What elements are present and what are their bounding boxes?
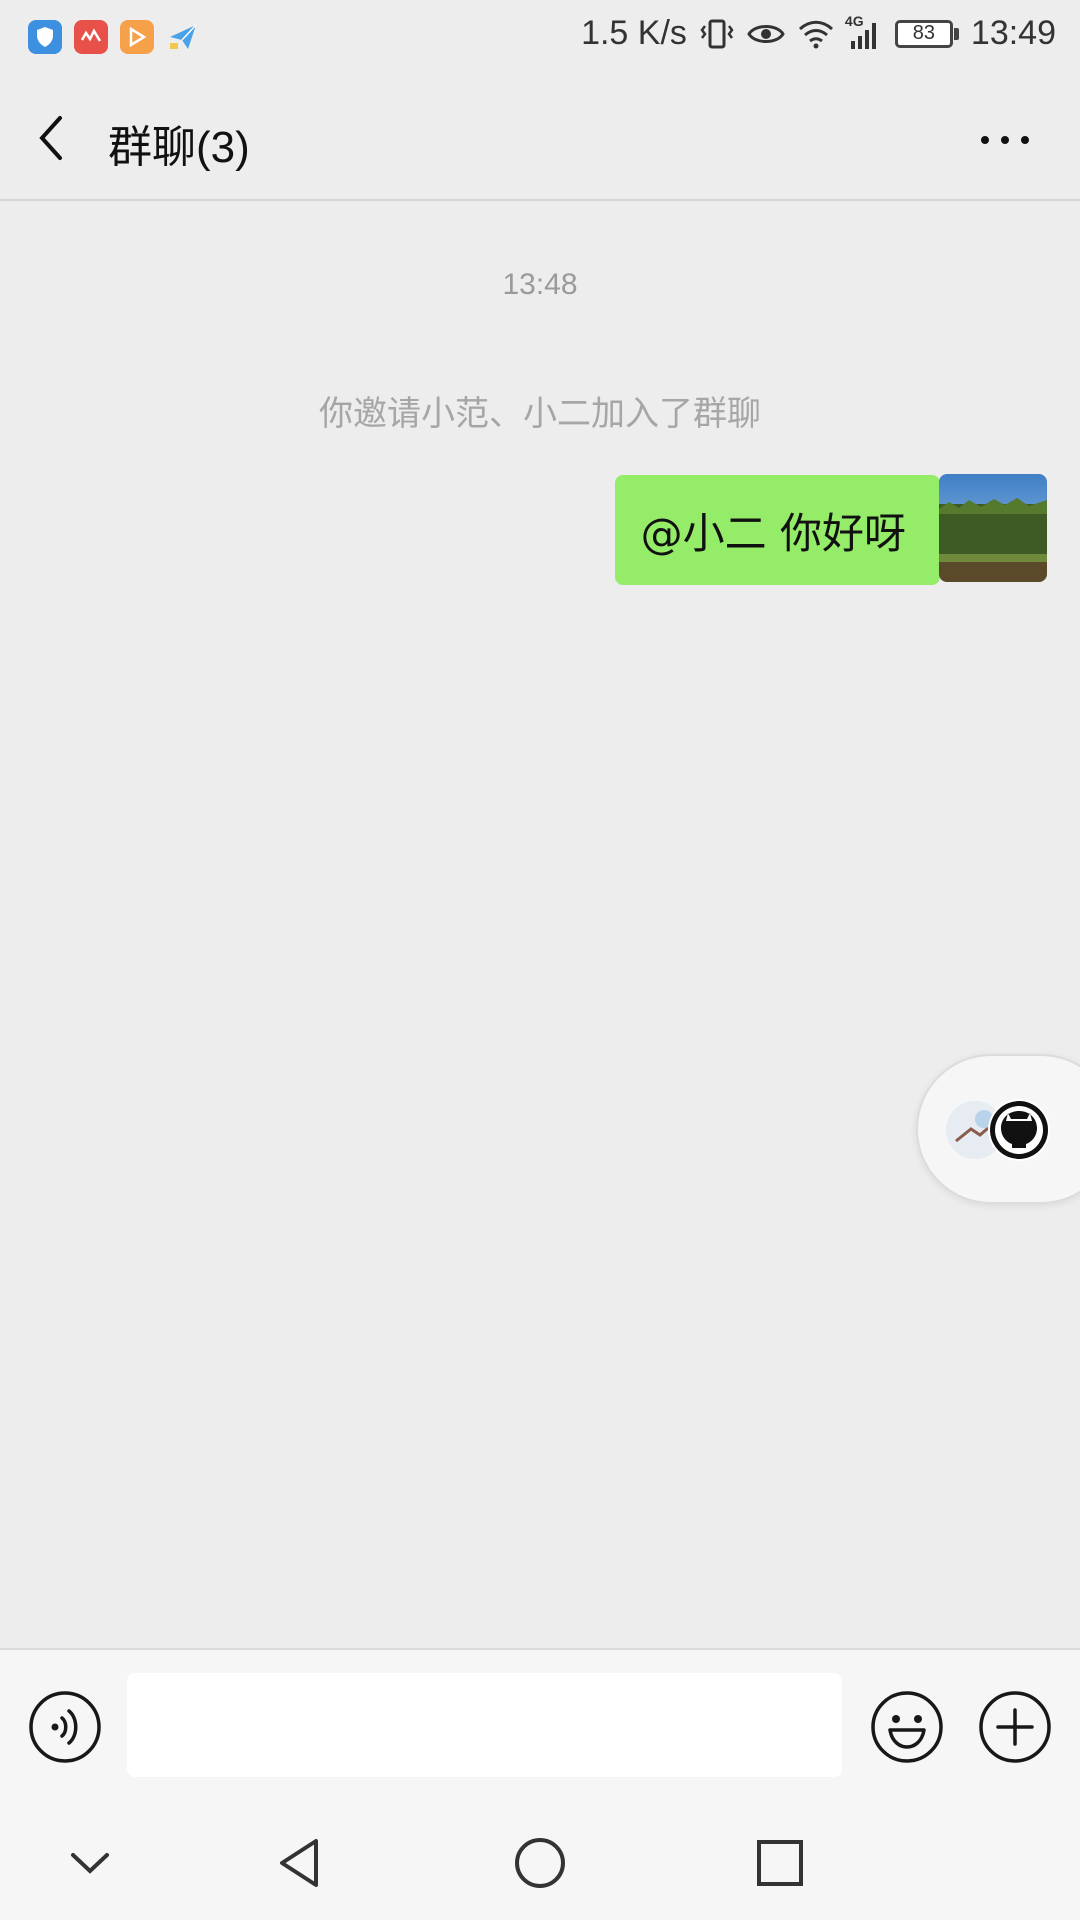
signal-icon: 4G (845, 13, 883, 51)
battery-icon: 83 (894, 19, 959, 48)
nav-back-button[interactable] (265, 1828, 335, 1898)
hide-nav-button[interactable] (55, 1828, 125, 1898)
voice-icon (29, 1691, 101, 1763)
more-options-button[interactable] (970, 120, 1040, 160)
shield-app-icon (28, 20, 62, 54)
wifi-icon (797, 18, 835, 50)
network-type-label: 4G (844, 12, 864, 29)
nav-recents-button[interactable] (745, 1828, 815, 1898)
more-icon (981, 136, 989, 144)
more-functions-button[interactable] (978, 1690, 1052, 1764)
network-speed: 1.5 K/s (581, 14, 687, 52)
plus-icon (979, 1691, 1051, 1763)
triangle-back-icon (280, 1839, 318, 1887)
system-message: 你邀请小范、小二加入了群聊 (319, 394, 761, 434)
input-bar (0, 1648, 1080, 1798)
emoji-button[interactable] (870, 1690, 944, 1764)
music-app-icon (74, 20, 108, 54)
voice-input-button[interactable] (28, 1690, 102, 1764)
back-button[interactable] (30, 108, 78, 168)
avatar[interactable] (939, 474, 1047, 582)
clock: 13:49 (970, 14, 1056, 52)
vibrate-icon (699, 16, 735, 52)
square-recents-icon (757, 1840, 803, 1886)
status-bar: 1.5 K/s 4G 83 13:49 (0, 0, 1080, 75)
floating-window[interactable] (916, 1054, 1080, 1204)
send-app-icon (166, 20, 200, 54)
message-input[interactable] (127, 1673, 842, 1777)
circle-home-icon (515, 1838, 565, 1888)
notification-icons (28, 20, 200, 54)
emoji-icon (871, 1691, 943, 1763)
system-navigation-bar (0, 1798, 1080, 1920)
video-app-icon (120, 20, 154, 54)
chat-header: 群聊(3) (0, 75, 1080, 201)
battery-level: 83 (894, 19, 953, 48)
github-icon (988, 1099, 1050, 1161)
page-title: 群聊(3) (108, 123, 250, 172)
status-indicators: 1.5 K/s 4G 83 13:49 (581, 13, 1056, 53)
message-bubble-self[interactable]: @小二 你好呀 (614, 475, 954, 585)
chevron-down-icon (71, 1853, 109, 1874)
nav-home-button[interactable] (505, 1828, 575, 1898)
chevron-left-icon (39, 116, 62, 160)
message-timestamp: 13:48 (502, 268, 578, 301)
eye-icon (747, 19, 785, 49)
